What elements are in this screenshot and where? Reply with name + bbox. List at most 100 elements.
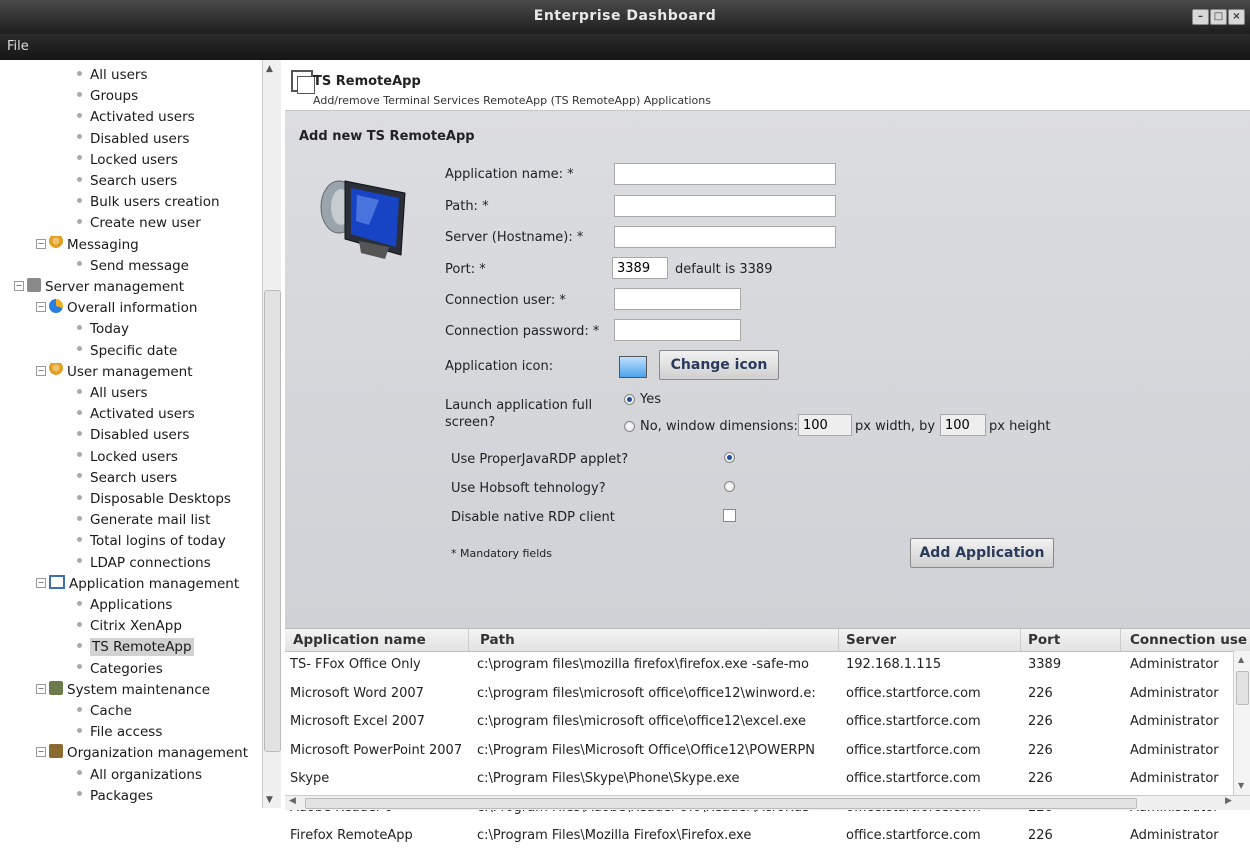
application-preview-icon <box>619 356 647 378</box>
window-height-input[interactable] <box>940 414 986 436</box>
properjavardp-label: Use ProperJavaRDP applet? <box>451 452 629 467</box>
collapse-icon[interactable]: − <box>36 302 46 313</box>
add-application-button[interactable]: Add Application <box>910 538 1054 568</box>
bullet-icon <box>77 70 82 76</box>
sidebar-item[interactable]: − Overall information <box>36 298 197 319</box>
sidebar-item[interactable]: Total logins of today <box>77 531 226 552</box>
table-cell: TS- FFox Office Only <box>290 657 421 672</box>
sidebar-item[interactable]: Locked users <box>77 447 178 468</box>
sidebar-item[interactable]: − Application management <box>36 574 239 595</box>
menu-file[interactable]: File <box>7 39 29 54</box>
collapse-icon[interactable]: − <box>36 238 46 249</box>
sidebar-item[interactable]: Categories <box>77 659 163 680</box>
server-input[interactable] <box>614 226 836 248</box>
path-input[interactable] <box>614 195 836 217</box>
sidebar-item[interactable]: − Messaging <box>36 235 139 256</box>
collapse-icon[interactable]: − <box>36 747 46 758</box>
sidebar-item-label: Today <box>90 321 130 338</box>
bullet-icon <box>77 134 82 140</box>
sidebar-item[interactable]: Generate mail list <box>77 510 210 531</box>
column-path[interactable]: Path <box>480 632 515 648</box>
sidebar-item[interactable]: − Server management <box>14 277 184 298</box>
sidebar-item[interactable]: All organizations <box>77 765 202 786</box>
sidebar-item[interactable]: Search users <box>77 171 177 192</box>
table-row[interactable]: Microsoft Word 2007 c:\program files\micr… <box>285 682 1233 710</box>
sidebar-item[interactable]: − Organization management <box>36 743 248 764</box>
table-row[interactable]: Microsoft PowerPoint 2007 c:\Program File… <box>285 739 1233 767</box>
sidebar-item[interactable]: Disabled users <box>77 425 189 446</box>
sidebar-item[interactable]: File access <box>77 722 162 743</box>
sidebar-item-label: Groups <box>90 88 139 105</box>
bullet-icon <box>77 791 82 797</box>
sidebar-item[interactable]: Bulk users creation <box>77 192 220 213</box>
sidebar-item[interactable]: Disabled users <box>77 129 189 150</box>
fullscreen-yes-radio[interactable] <box>624 394 635 405</box>
fullscreen-no-radio[interactable] <box>624 421 635 432</box>
sidebar-item[interactable]: Locked users <box>77 150 178 171</box>
collapse-icon[interactable]: − <box>36 683 46 694</box>
maximize-icon[interactable]: □ <box>1210 9 1227 25</box>
sidebar-scroll-thumb[interactable] <box>264 290 281 752</box>
sidebar-item[interactable]: − System maintenance <box>36 680 210 701</box>
table-cell: office.startforce.com <box>846 771 981 786</box>
column-connection-user[interactable]: Connection use <box>1130 632 1247 648</box>
table-row[interactable]: Microsoft Excel 2007 c:\program files\mic… <box>285 710 1233 738</box>
collapse-icon[interactable]: − <box>36 365 46 376</box>
close-icon[interactable]: × <box>1228 9 1245 25</box>
minimize-icon[interactable]: – <box>1192 9 1209 25</box>
table-cell: Microsoft Excel 2007 <box>290 714 425 729</box>
table-vertical-scrollbar[interactable]: ▲ ▼ <box>1233 651 1250 795</box>
sidebar-item[interactable]: Applications <box>77 595 172 616</box>
sidebar-item[interactable]: Today <box>77 319 129 340</box>
sidebar-item[interactable]: − User management <box>36 362 193 383</box>
sidebar-item[interactable]: Citrix XenApp <box>77 616 182 637</box>
table-row[interactable]: Skype c:\Program Files\Skype\Phone\Skype.… <box>285 767 1233 795</box>
sidebar-item[interactable]: Disposable Desktops <box>77 489 231 510</box>
disable-rdp-checkbox[interactable] <box>723 509 736 522</box>
connection-user-input[interactable] <box>614 288 741 310</box>
sidebar-item[interactable]: Packages <box>77 786 153 807</box>
column-application-name[interactable]: Application name <box>293 632 426 648</box>
person-icon <box>49 362 63 377</box>
sidebar-item-label: Bulk users creation <box>90 194 220 211</box>
sidebar-item-label: Search users <box>90 469 178 486</box>
sidebar-item[interactable]: LDAP connections <box>77 553 211 574</box>
application-name-input[interactable] <box>614 163 836 185</box>
bullet-icon <box>77 536 82 542</box>
column-server[interactable]: Server <box>846 632 896 648</box>
sidebar-item[interactable]: Specific date <box>77 341 177 362</box>
sidebar-item[interactable]: TS RemoteApp <box>77 637 194 658</box>
path-label: Path: * <box>445 199 489 214</box>
column-port[interactable]: Port <box>1028 632 1060 648</box>
table-scroll-thumb[interactable] <box>1236 671 1249 705</box>
table-row[interactable]: Firefox RemoteApp c:\Program Files\Mozill… <box>285 824 1233 852</box>
person-icon <box>49 235 63 250</box>
hobsoft-radio[interactable] <box>724 481 735 492</box>
sidebar-item-label: Organization management <box>67 745 249 762</box>
section-title: Add new TS RemoteApp <box>299 129 475 144</box>
change-icon-button[interactable]: Change icon <box>659 350 779 380</box>
connection-password-input[interactable] <box>614 319 741 341</box>
sidebar-item[interactable]: Create new user <box>77 213 201 234</box>
bullet-icon <box>77 706 82 712</box>
sidebar-scrollbar[interactable]: ▲ ▼ <box>262 60 281 808</box>
sidebar-item[interactable]: Activated users <box>77 107 195 128</box>
collapse-icon[interactable]: − <box>36 577 46 588</box>
sidebar-item[interactable]: Send message <box>77 256 189 277</box>
sidebar-item-label: Citrix XenApp <box>90 618 182 635</box>
sidebar-item[interactable]: Groups <box>77 86 138 107</box>
sidebar-item[interactable]: Activated users <box>77 404 195 425</box>
table-row[interactable]: TS- FFox Office Only c:\program files\moz… <box>285 653 1233 681</box>
port-input[interactable] <box>612 257 668 279</box>
properjavardp-radio[interactable] <box>724 452 735 463</box>
building-icon <box>49 680 63 695</box>
window-width-input[interactable] <box>798 414 852 436</box>
sidebar-item[interactable]: All users <box>77 383 148 404</box>
table-cell: office.startforce.com <box>846 685 981 701</box>
collapse-icon[interactable]: − <box>14 281 24 291</box>
table-hscroll-thumb[interactable] <box>305 798 1137 809</box>
sidebar-item[interactable]: Search users <box>77 468 177 489</box>
sidebar-item[interactable]: All users <box>77 65 148 86</box>
sidebar-item[interactable]: Cache <box>77 701 132 722</box>
table-cell: office.startforce.com <box>846 714 981 729</box>
